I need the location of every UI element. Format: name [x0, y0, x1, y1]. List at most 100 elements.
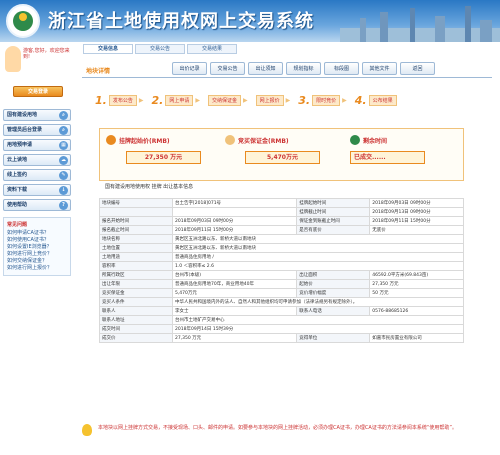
faq-item[interactable]: 如何进行网上报价？ [7, 265, 67, 272]
step-result: 4. 公布结果 [355, 94, 397, 107]
table-row: 所属行政区 台州市(本级) 出让面积 46592.0平方米(69.843亩) [99, 270, 464, 280]
faq-item[interactable]: 如何设置IE浏览器？ [7, 244, 67, 251]
detail-nav: 地块详情 出价记录 交易公告 出让须知 规划指标 标段图 其他文件 返回 [82, 58, 492, 78]
faq-panel: 常见问题 如何申请CA证书？ 如何使用CA证书？ 如何设置IE浏览器？ 如何进行… [3, 217, 71, 276]
login-panel: 游客,您好，欢迎您来到! 交易登录 [3, 46, 71, 106]
field-label: 所属行政区 [99, 270, 173, 280]
field-label: 土地用途 [99, 252, 173, 262]
sidebar-item-online-sign[interactable]: 线上签约 ✎ [3, 169, 71, 181]
sidebar-item-state-land[interactable]: 国有建设用地 ⌕ [3, 109, 71, 121]
table-row: 出让年限 普通商品住房用地70年，商业用地40年 起始价 27,350 万元 [99, 279, 464, 289]
field-value: 台土告字[2018]071号 [171, 198, 298, 208]
transfer-notice-button[interactable]: 出让须知 [248, 62, 283, 75]
price-summary: 挂牌起始价(RMB) 27,350 万元 竞买保证金(RMB) 5,470万元 … [99, 128, 464, 181]
field-value: 2018年09月11日 15时00分 [369, 216, 464, 226]
sidebar-item-label: 国有建设用地 [7, 112, 38, 118]
sidebar-item-label: 管理员后台登录 [7, 127, 43, 133]
help-icon: ? [59, 201, 68, 210]
field-value: 普通商品住房用地 / [172, 252, 464, 262]
table-row: 挂牌截止时间 2018年09月13日 09时00分 [99, 207, 464, 217]
field-label: 成交时间 [99, 324, 173, 334]
sidebar-item-downloads[interactable]: 资料下载 ↓ [3, 184, 71, 196]
field-label: 保证金到账截止时间 [296, 216, 371, 226]
sidebar-item-label: 使用帮助 [7, 202, 28, 208]
money-icon [225, 135, 235, 145]
arrow-right-icon: ▶ [342, 96, 347, 104]
sidebar-item-admin-login[interactable]: 管理员后台登录 ⌕ [3, 124, 71, 136]
sidebar-item-label: 云上读地 [7, 157, 28, 163]
deposit-block: 竞买保证金(RMB) 5,470万元 [225, 135, 335, 164]
remain-time-block: 剩余时间 已成交...... [350, 135, 460, 164]
field-value: 50 万元 [369, 288, 464, 298]
faq-item[interactable]: 如何使用CA证书？ [7, 237, 67, 244]
lightbulb-icon [82, 424, 92, 436]
faq-item[interactable]: 如何申请CA证书？ [7, 230, 67, 237]
announcement-button[interactable]: 交易公告 [210, 62, 245, 75]
field-value: 台州市(本级) [171, 270, 298, 280]
pen-icon: ✎ [59, 171, 68, 180]
field-label: 土地位置 [99, 243, 173, 253]
plot-map-button[interactable]: 标段图 [324, 62, 359, 75]
user-avatar-icon [5, 46, 21, 72]
field-value: 46592.0平方米(69.843亩) [369, 270, 464, 280]
arrow-right-icon: ▶ [242, 96, 248, 104]
field-value: 如嘉市民房置业有限公司 [369, 333, 464, 343]
other-files-button[interactable]: 其他文件 [362, 62, 397, 75]
tab-trade-info[interactable]: 交易信息 [83, 44, 133, 54]
step-deposit: 交纳保证金 ▶ [207, 94, 250, 106]
field-value: 2018年09月03日 09时00分 [171, 216, 298, 226]
faq-item[interactable]: 如何交纳保证金？ [7, 258, 67, 265]
table-row: 报名开始时间 2018年09月03日 09时00分 保证金到账截止时间 2018年09… [99, 216, 464, 226]
field-value: 2018年09月11日 15时00分 [171, 225, 298, 235]
table-row: 土地位置 黄岩区五洲北路以东、新桥大道以南地块 [99, 243, 464, 253]
table-row: 报名截止时间 2018年09月11日 15时00分 是否有底价 无底价 [99, 225, 464, 235]
field-value: 27,350 万元 [369, 279, 464, 289]
field-value: 黄岩区五洲北路以东、新桥大道以南地块 [172, 243, 464, 253]
clock-icon [350, 135, 360, 145]
sidebar-item-help[interactable]: 使用帮助? [3, 199, 71, 211]
sidebar-item-label: 用地预申请 [7, 142, 33, 148]
tab-trade-notice[interactable]: 交易公告 [135, 44, 185, 54]
back-button[interactable]: 返回 [400, 62, 435, 75]
field-label: 联系人电话 [296, 306, 371, 316]
faq-title: 常见问题 [7, 222, 28, 228]
field-label: 挂牌起始时间 [296, 198, 371, 208]
table-row: 竞买保证金 5,470万元 竞价增价幅度 50 万元 [99, 288, 464, 298]
field-value: 无底价 [369, 225, 464, 235]
field-value: 普通商品住房用地70年，商业用地40年 [171, 279, 298, 289]
sidebar: 游客,您好，欢迎您来到! 交易登录 国有建设用地 ⌕ 管理员后台登录 ⌕ 用地预申请… [0, 42, 74, 455]
field-label: 联系人地址 [99, 315, 173, 325]
field-label: 竞价增价幅度 [296, 288, 371, 298]
arrow-right-icon: ▶ [285, 96, 291, 104]
field-value: 黄岩区五洲北路以东、新桥大道以南地块 [172, 234, 464, 244]
table-row: 容积率 1.0 ＜容积率≤ 2.6 [99, 261, 464, 271]
field-label: 竞买人条件 [99, 297, 173, 307]
field-value: 台州市土地矿产交易中心 [172, 315, 464, 325]
start-price-block: 挂牌起始价(RMB) 27,350 万元 [106, 135, 216, 164]
field-value: 5,470万元 [171, 288, 298, 298]
field-value: 0576-88685126 [369, 306, 464, 316]
arrow-right-icon: ▶ [195, 96, 200, 104]
planning-index-button[interactable]: 规划指标 [286, 62, 321, 75]
start-price-label: 挂牌起始价(RMB) [119, 137, 170, 145]
field-value: 2018年09月13日 09时00分 [369, 207, 464, 217]
land-detail-table: 地块编号 台土告字[2018]071号 挂牌起始时间 2018年09月03日 09时0… [99, 198, 464, 343]
field-value: 中华人民共和国境内外的法人、自然人和其他组织均可申请参加（法律法规另有规定除外）… [172, 297, 464, 307]
sidebar-item-land-preapply[interactable]: 用地预申请 ▦ [3, 139, 71, 151]
field-value: 1.0 ＜容积率≤ 2.6 [172, 261, 464, 271]
step-apply: 2. 网上申请 ▶ [151, 93, 200, 107]
field-label: 报名开始时间 [99, 216, 173, 226]
field-value: 李女士 [171, 306, 298, 316]
top-tabs: 交易信息 交易公告 交易结果 [83, 44, 237, 54]
nav-brand: 地块详情 [86, 68, 111, 75]
faq-item[interactable]: 如何进行网上竞价？ [7, 251, 67, 258]
sidebar-item-cloud-read[interactable]: 云上读地 ☁ [3, 154, 71, 166]
bid-record-button[interactable]: 出价记录 [172, 62, 207, 75]
field-label: 成交价 [99, 333, 173, 343]
field-label: 起始价 [296, 279, 371, 289]
login-button[interactable]: 交易登录 [13, 86, 63, 97]
field-label: 是否有底价 [296, 225, 371, 235]
cloud-icon: ☁ [59, 156, 68, 165]
tab-trade-result[interactable]: 交易结果 [187, 44, 237, 54]
table-row: 成交价 27,350 万元 竞得单位 如嘉市民房置业有限公司 [99, 333, 464, 343]
